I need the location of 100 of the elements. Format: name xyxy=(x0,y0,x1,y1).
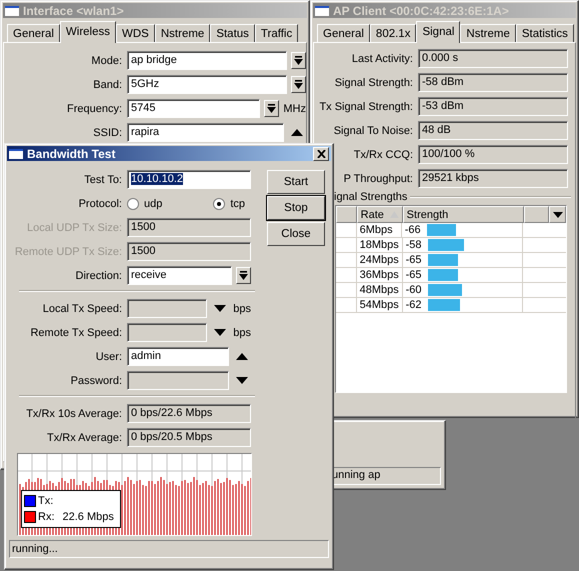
legend-value: 22.6 Mbps xyxy=(62,511,114,523)
caret-icon xyxy=(267,104,276,113)
table-header[interactable] xyxy=(336,206,357,223)
dropdown-field[interactable]: ap bridge xyxy=(127,51,287,70)
down-arrow-icon[interactable] xyxy=(236,377,248,384)
status-bar: running... xyxy=(9,540,329,558)
input-field[interactable]: admin xyxy=(127,347,229,366)
tab[interactable]: Nstreme xyxy=(460,24,516,42)
down-arrow-icon[interactable] xyxy=(214,305,226,312)
field-label: Signal Strength: xyxy=(334,76,413,88)
field-label: Mode: xyxy=(91,54,122,66)
table-cell: 6Mbps xyxy=(356,223,402,238)
table-cell: 24Mbps xyxy=(356,253,403,268)
window-icon xyxy=(9,148,23,158)
field-label: Signal To Noise: xyxy=(334,124,413,136)
tab[interactable]: Status xyxy=(210,24,255,42)
field-label: Last Activity: xyxy=(352,52,413,64)
tab[interactable]: WDS xyxy=(116,24,155,42)
dropdown-button[interactable] xyxy=(264,100,280,117)
table-cell-text: -66 xyxy=(404,224,422,236)
field-label: Password: xyxy=(70,374,122,386)
dropdown-field[interactable]: 5GHz xyxy=(127,75,287,94)
input-field[interactable]: -53 dBm xyxy=(418,97,568,116)
input-field[interactable]: 0 bps/22.6 Mbps xyxy=(127,404,251,423)
dropdown-field[interactable]: receive xyxy=(127,266,232,285)
caret-icon xyxy=(239,271,248,280)
tab[interactable]: Traffic xyxy=(254,24,298,42)
dropdown-button[interactable] xyxy=(291,52,306,69)
field-label: Test To: xyxy=(84,174,122,186)
field-label: Tx/Rx 10s Average: xyxy=(26,408,122,420)
table-cell xyxy=(336,283,357,298)
dropdown-button[interactable] xyxy=(291,76,306,93)
group-title: ignal Strengths xyxy=(334,191,408,203)
radio-option[interactable]: tcp xyxy=(213,198,251,210)
tab[interactable]: 802.1x xyxy=(370,24,416,42)
caret-icon xyxy=(294,56,303,65)
table-header[interactable]: Strength xyxy=(402,206,524,223)
field-label: Frequency: xyxy=(66,102,122,114)
window-title: Interface <wlan1> xyxy=(23,4,125,18)
tab[interactable]: Statistics xyxy=(516,24,574,42)
close-icon xyxy=(316,150,326,158)
up-arrow-icon[interactable] xyxy=(291,129,303,136)
window-title: AP Client <00:0C:42:23:6E:1A> xyxy=(333,4,510,18)
tab[interactable]: Nstreme xyxy=(154,24,210,42)
up-arrow-icon[interactable] xyxy=(236,353,248,360)
window-icon xyxy=(315,6,329,16)
input-field[interactable]: 10.10.10.2 xyxy=(127,170,251,189)
field-label: Band: xyxy=(93,78,122,90)
close-button[interactable] xyxy=(313,146,329,160)
window-title: Bandwidth Test xyxy=(27,146,116,160)
field-label: Direction: xyxy=(76,270,122,282)
dropdown-button[interactable] xyxy=(236,267,251,284)
tab[interactable]: General xyxy=(7,24,60,42)
tab[interactable]: Wireless xyxy=(60,21,116,43)
field-label: Protocol: xyxy=(78,198,122,210)
input-field[interactable]: 29521 kbps xyxy=(418,169,568,188)
table-cell xyxy=(336,223,357,238)
input-field[interactable]: 100/100 % xyxy=(418,145,568,164)
table-cell: 36Mbps xyxy=(356,268,403,283)
caret-icon xyxy=(294,80,303,89)
dialog-button[interactable]: Start xyxy=(267,170,325,194)
dialog-button[interactable]: Close xyxy=(267,222,325,246)
field-label: User: xyxy=(96,350,122,362)
field-label: Remote UDP Tx Size: xyxy=(14,246,122,258)
input-field[interactable]: -58 dBm xyxy=(418,73,568,92)
input-field[interactable] xyxy=(127,299,208,318)
tab[interactable]: Signal xyxy=(416,21,460,43)
input-field[interactable]: 0.000 s xyxy=(418,49,568,68)
dialog-button[interactable]: Stop xyxy=(267,196,325,220)
input-field[interactable] xyxy=(127,371,229,390)
table-header[interactable] xyxy=(524,206,550,223)
field-label: Tx/Rx Average: xyxy=(47,432,122,444)
column-menu-button[interactable] xyxy=(549,206,566,223)
field-label: Remote Tx Speed: xyxy=(30,326,122,338)
radio-button[interactable] xyxy=(213,198,226,210)
radio-button[interactable] xyxy=(127,198,139,210)
table-cell-text: -62 xyxy=(406,299,422,311)
unit-label: MHz xyxy=(283,102,306,114)
table-cell-text: -65 xyxy=(406,269,422,281)
input-field[interactable]: 48 dB xyxy=(418,121,568,140)
down-arrow-icon[interactable] xyxy=(214,329,226,336)
table-cell xyxy=(336,298,357,313)
table-cell xyxy=(336,253,357,268)
field-label: SSID: xyxy=(93,126,122,138)
unit-label: bps xyxy=(233,302,251,314)
unit-label: bps xyxy=(233,326,251,338)
input-field[interactable]: 0 bps/20.5 Mbps xyxy=(127,428,251,447)
table-cell-text: -58 xyxy=(406,239,422,251)
table-cell-text: -65 xyxy=(406,254,422,266)
field-label: Tx Signal Strength: xyxy=(319,100,413,112)
radio-option[interactable]: udp xyxy=(127,198,168,210)
table-cell xyxy=(336,268,357,283)
field-label: Tx/Rx CCQ: xyxy=(354,148,413,160)
table-cell: 18Mbps xyxy=(356,238,403,253)
tab[interactable]: General xyxy=(317,24,370,42)
input-field[interactable]: rapira xyxy=(127,123,284,142)
table-cell xyxy=(336,238,357,253)
dropdown-field[interactable]: 5745 xyxy=(127,99,260,118)
input-field[interactable] xyxy=(127,323,208,342)
table-header[interactable]: Rate xyxy=(356,206,403,223)
